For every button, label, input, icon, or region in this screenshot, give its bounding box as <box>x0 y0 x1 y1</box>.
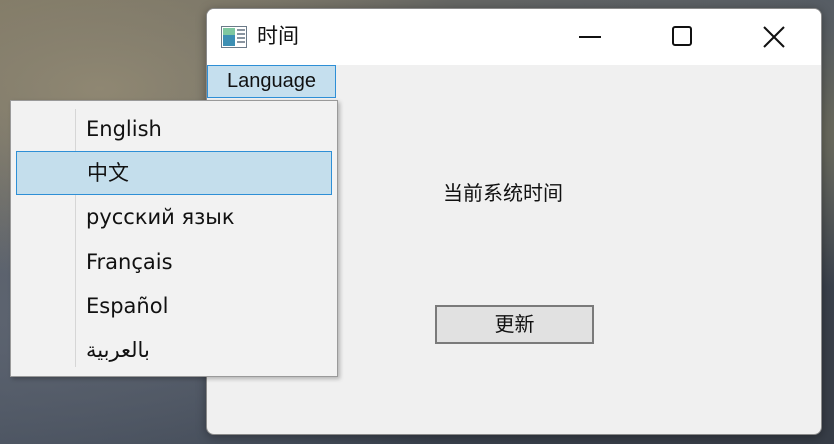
menu-item-russian[interactable]: русский язык <box>16 196 332 240</box>
menu-item-english[interactable]: English <box>16 108 332 152</box>
menu-item-label: русский язык <box>86 205 235 229</box>
update-button[interactable]: 更新 <box>435 305 594 344</box>
close-icon <box>763 26 785 48</box>
menu-language[interactable]: Language <box>207 65 336 98</box>
menu-item-arabic[interactable]: بالعربية <box>16 329 332 373</box>
title-bar[interactable]: 时间 <box>207 9 821 65</box>
menu-item-label: بالعربية <box>86 338 150 362</box>
maximize-button[interactable] <box>636 9 728 65</box>
close-button[interactable] <box>728 9 820 65</box>
minimize-icon <box>579 36 601 38</box>
menu-item-chinese[interactable]: 中文 <box>16 151 332 195</box>
menu-item-french[interactable]: Français <box>16 241 332 285</box>
maximize-icon <box>672 26 692 46</box>
minimize-button[interactable] <box>544 9 636 65</box>
menu-item-label: Español <box>86 294 169 318</box>
current-time-label: 当前系统时间 <box>443 181 563 205</box>
menu-item-spanish[interactable]: Español <box>16 285 332 329</box>
menu-item-label: English <box>86 117 162 141</box>
menu-item-label: Français <box>86 250 173 274</box>
menu-bar: Language <box>207 65 821 101</box>
app-window-icon <box>221 26 247 48</box>
language-dropdown-menu: English 中文 русский язык Français Español… <box>10 100 338 377</box>
menu-item-label: 中文 <box>87 161 129 185</box>
window-title: 时间 <box>257 24 299 48</box>
